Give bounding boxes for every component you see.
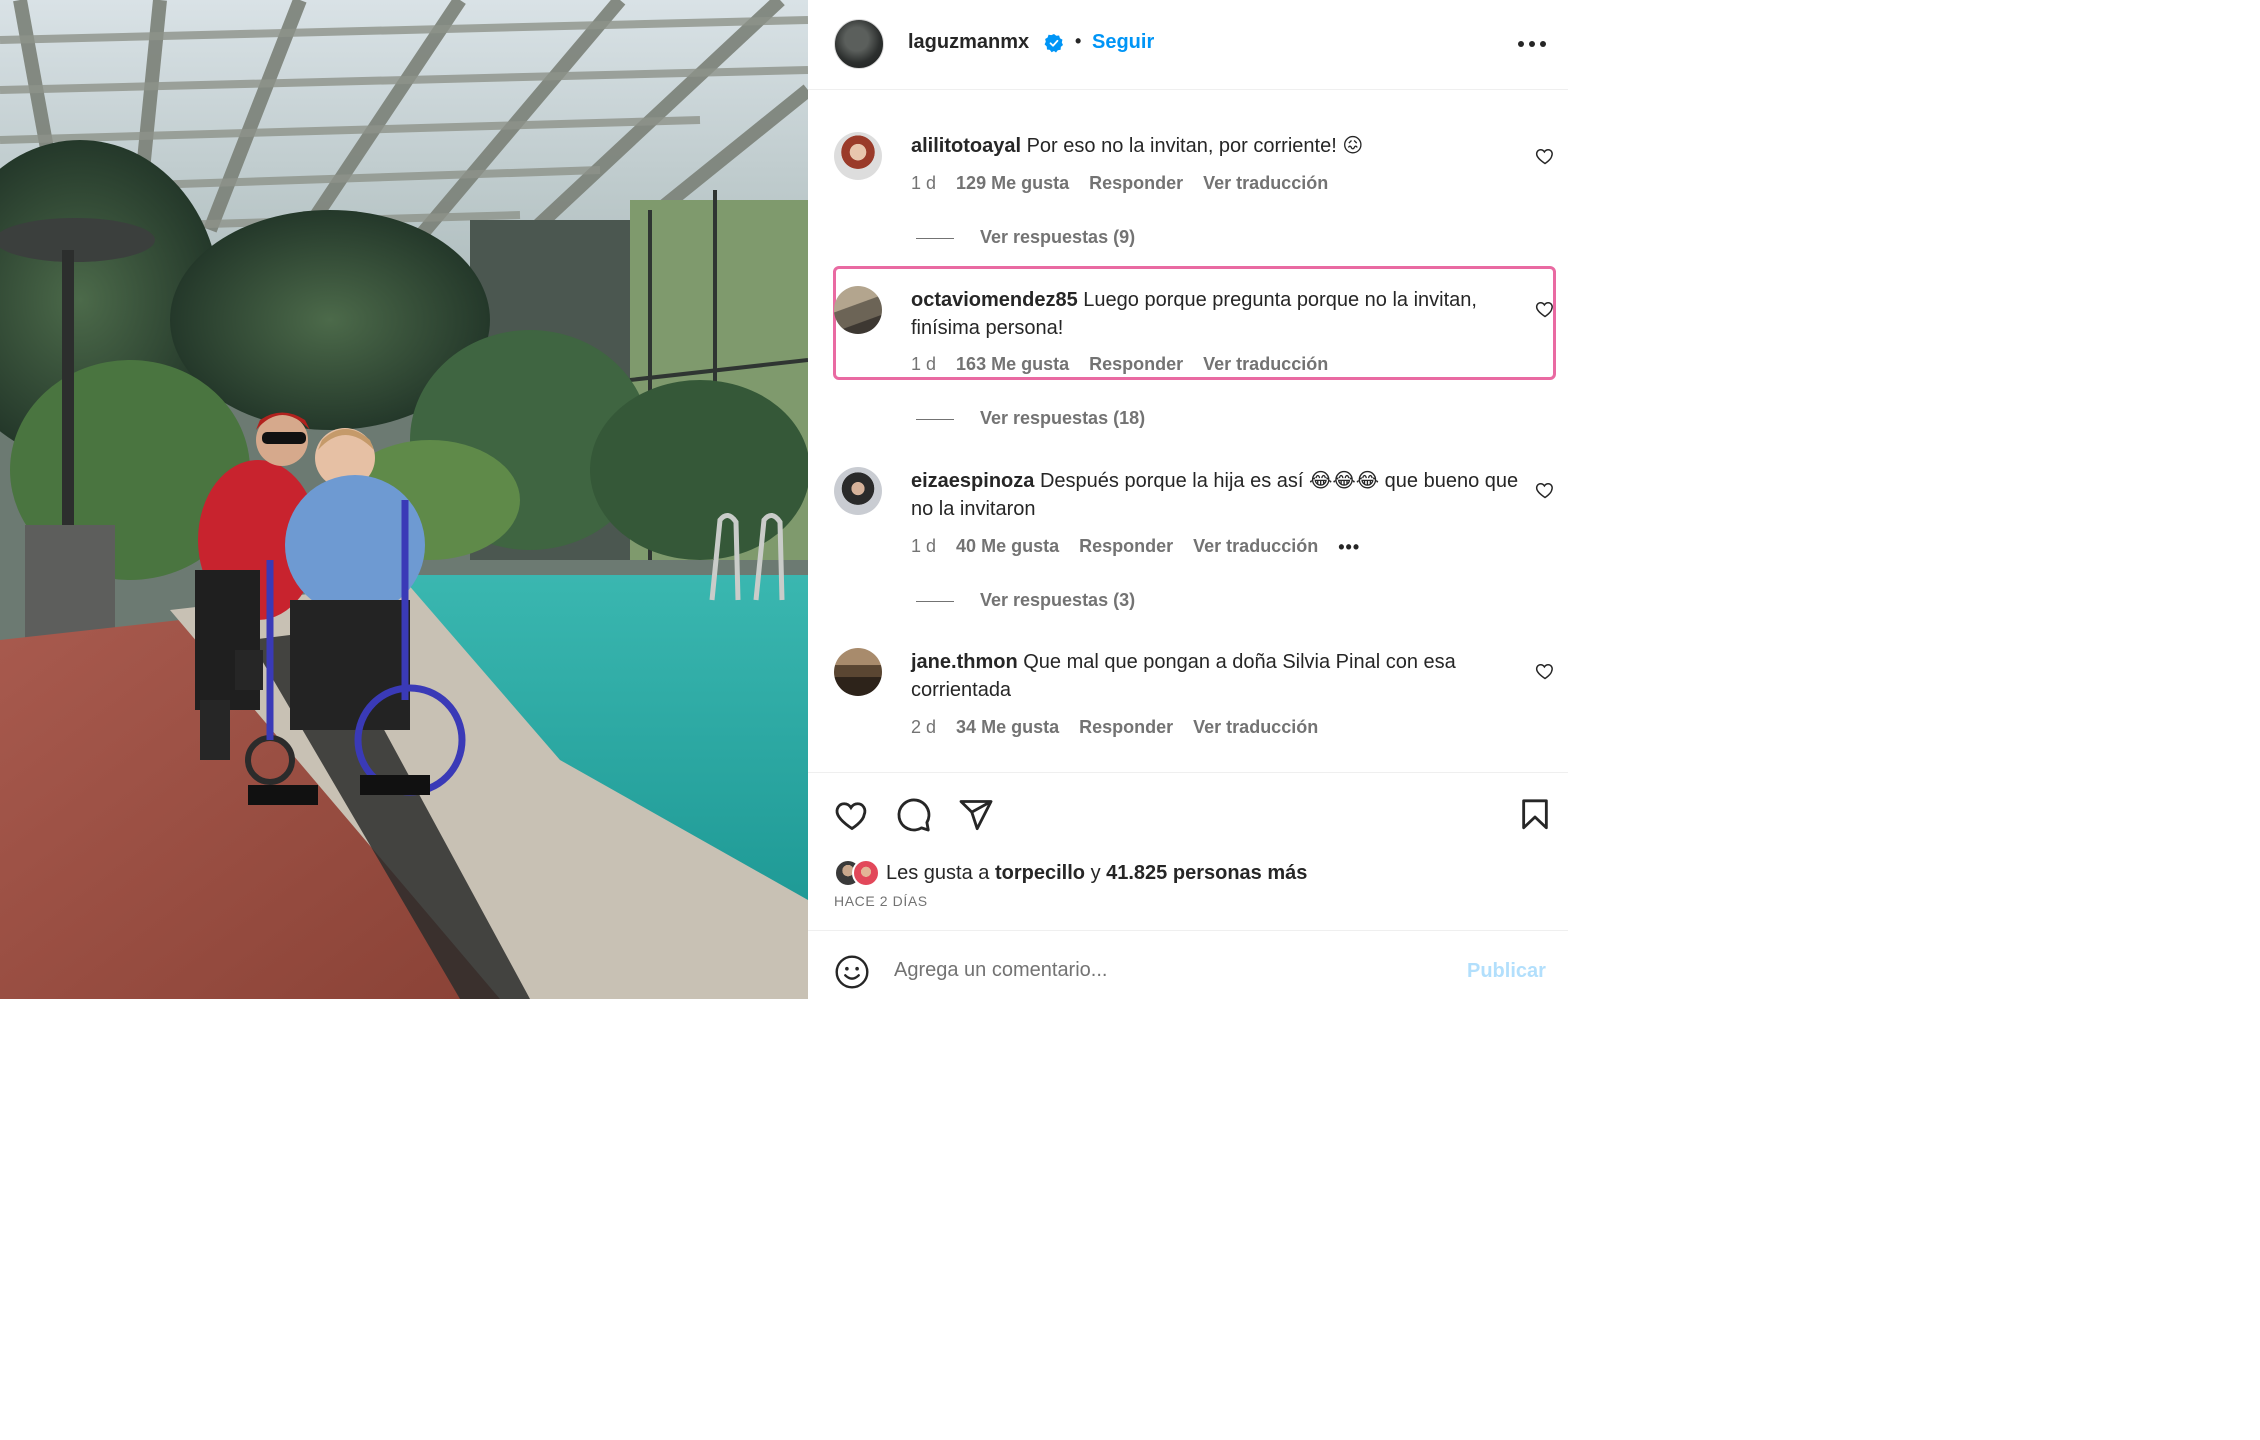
comment-time[interactable]: 1 d <box>911 173 936 193</box>
reply-button[interactable]: Responder <box>1079 717 1173 737</box>
comment-like-heart-icon[interactable] <box>1535 146 1555 166</box>
comment-meta: 1 d 163 Me gusta Responder Ver traducció… <box>911 354 1343 375</box>
reply-button[interactable]: Responder <box>1089 354 1183 374</box>
post-image <box>0 0 808 999</box>
publish-button[interactable]: Publicar <box>1467 960 1546 983</box>
comment-meta: 2 d 34 Me gusta Responder Ver traducción <box>911 717 1333 738</box>
commenter-username[interactable]: jane.thmon <box>911 651 1018 673</box>
comment-text: eizaespinoza Después porque la hija es a… <box>911 467 1521 523</box>
liker-username[interactable]: torpecillo <box>995 862 1085 884</box>
post-photo[interactable] <box>0 0 808 999</box>
comment-input[interactable] <box>894 955 1454 985</box>
commenter-username[interactable]: alilitotoayal <box>911 135 1021 157</box>
comment-text: jane.thmon Que mal que pongan a doña Sil… <box>911 648 1521 704</box>
comment-time[interactable]: 2 d <box>911 717 936 737</box>
view-replies-button[interactable]: Ver respuestas (3) <box>916 590 1135 611</box>
replies-line <box>916 237 954 239</box>
post-header: laguzmanmx • Seguir <box>808 0 1568 90</box>
translate-button[interactable]: Ver traducción <box>1203 173 1328 193</box>
emoji-icon[interactable] <box>834 954 870 990</box>
heart-icon[interactable] <box>834 797 870 833</box>
reply-button[interactable]: Responder <box>1089 173 1183 193</box>
comment-meta: 1 d 129 Me gusta Responder Ver traducció… <box>911 173 1343 194</box>
comment-like-heart-icon[interactable] <box>1535 661 1555 681</box>
commenter-avatar[interactable] <box>834 648 882 696</box>
comment-likes[interactable]: 40 Me gusta <box>956 536 1059 556</box>
replies-line <box>916 418 954 420</box>
comment-likes[interactable]: 163 Me gusta <box>956 354 1069 374</box>
verified-badge-icon <box>1044 34 1063 53</box>
comment-time[interactable]: 1 d <box>911 354 936 374</box>
translate-button[interactable]: Ver traducción <box>1193 717 1318 737</box>
comment-body: Por eso no la invitan, por corriente! 😖 <box>1026 135 1364 157</box>
comment-text: alilitotoayal Por eso no la invitan, por… <box>911 132 1521 160</box>
commenter-username[interactable]: eizaespinoza <box>911 470 1034 492</box>
post-actions: Les gusta a torpecillo y 41.825 personas… <box>808 772 1568 930</box>
author-username[interactable]: laguzmanmx <box>908 31 1029 54</box>
add-comment-bar: Publicar <box>808 930 1568 999</box>
comment-meta: 1 d 40 Me gusta Responder Ver traducción… <box>911 536 1375 558</box>
more-horizontal-icon[interactable] <box>1517 40 1547 48</box>
separator-dot: • <box>1075 31 1082 51</box>
commenter-avatar[interactable] <box>834 467 882 515</box>
commenter-username[interactable]: octaviomendez85 <box>911 289 1078 311</box>
likes-summary: Les gusta a torpecillo y 41.825 personas… <box>834 859 1307 887</box>
translate-button[interactable]: Ver traducción <box>1203 354 1328 374</box>
comment-like-heart-icon[interactable] <box>1535 480 1555 500</box>
share-icon[interactable] <box>958 797 994 833</box>
view-replies-label[interactable]: Ver respuestas (9) <box>980 227 1135 247</box>
view-replies-button[interactable]: Ver respuestas (9) <box>916 227 1135 248</box>
commenter-avatar[interactable] <box>834 132 882 180</box>
comments-panel: laguzmanmx • Seguir alilitotoayal Por es… <box>808 0 1568 999</box>
comment-more-button[interactable]: ••• <box>1338 537 1360 558</box>
likes-text: Les gusta a torpecillo y 41.825 personas… <box>886 862 1307 885</box>
translate-button[interactable]: Ver traducción <box>1193 536 1318 556</box>
likes-joiner: y <box>1090 861 1101 884</box>
replies-line <box>916 600 954 602</box>
comment-likes[interactable]: 34 Me gusta <box>956 717 1059 737</box>
comment-time[interactable]: 1 d <box>911 536 936 556</box>
comment-like-heart-icon[interactable] <box>1535 299 1555 319</box>
comment-likes[interactable]: 129 Me gusta <box>956 173 1069 193</box>
author-avatar[interactable] <box>834 19 884 69</box>
view-replies-button[interactable]: Ver respuestas (18) <box>916 408 1145 429</box>
comment-text: octaviomendez85 Luego porque pregunta po… <box>911 286 1521 342</box>
comment-icon[interactable] <box>896 797 932 833</box>
bookmark-icon[interactable] <box>1518 797 1552 833</box>
view-replies-label[interactable]: Ver respuestas (18) <box>980 408 1145 428</box>
view-replies-label[interactable]: Ver respuestas (3) <box>980 590 1135 610</box>
reply-button[interactable]: Responder <box>1079 536 1173 556</box>
follow-button[interactable]: Seguir <box>1092 31 1154 54</box>
post-time[interactable]: HACE 2 DÍAS <box>834 893 928 909</box>
likes-prefix: Les gusta a <box>886 861 990 884</box>
likes-count[interactable]: 41.825 personas más <box>1106 862 1307 884</box>
commenter-avatar[interactable] <box>834 286 882 334</box>
liker-avatar[interactable] <box>852 859 880 887</box>
